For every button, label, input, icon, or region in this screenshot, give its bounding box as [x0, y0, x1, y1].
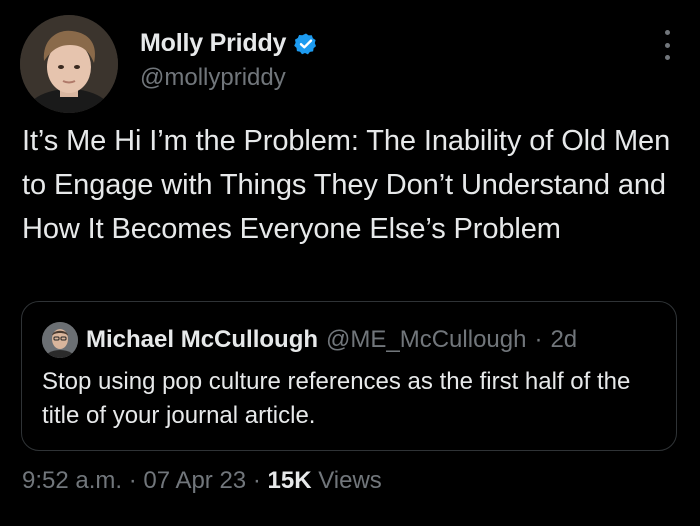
author-handle[interactable]: @mollypriddy — [140, 64, 286, 92]
quoted-author-avatar[interactable] — [42, 322, 78, 358]
tweet-date[interactable]: 07 Apr 23 — [143, 467, 246, 494]
author-avatar[interactable] — [20, 15, 118, 113]
tweet-meta: 9:52 a.m. · 07 Apr 23 · 15K Views — [22, 467, 382, 495]
tweet-text: It’s Me Hi I’m the Problem: The Inabilit… — [22, 125, 671, 245]
quoted-timestamp[interactable]: 2d — [550, 326, 577, 354]
quoted-author-handle[interactable]: @ME_McCullough — [326, 326, 526, 354]
views-count: 15K — [267, 467, 312, 494]
tweet-time[interactable]: 9:52 a.m. — [22, 467, 122, 494]
verified-badge-icon — [294, 32, 318, 56]
more-dot — [664, 30, 670, 35]
author-name-row: Molly Priddy — [140, 29, 318, 58]
meta-separator: · — [128, 467, 137, 494]
author-name[interactable]: Molly Priddy — [140, 29, 286, 58]
quoted-tweet-text: Stop using pop culture references as the… — [42, 368, 631, 429]
quoted-tweet[interactable]: Michael McCullough @ME_McCullough · 2d S… — [21, 301, 677, 451]
more-dot — [664, 42, 670, 48]
quoted-tweet-header: Michael McCullough @ME_McCullough · 2d — [42, 322, 577, 358]
tweet: Molly Priddy @mollypriddy It’s Me Hi I’m… — [0, 0, 700, 526]
more-options-icon[interactable] — [662, 30, 672, 60]
quoted-separator: · — [534, 326, 543, 353]
more-dot — [664, 55, 670, 60]
quoted-author-name[interactable]: Michael McCullough — [86, 326, 318, 354]
views-label: Views — [318, 467, 382, 494]
meta-separator: · — [252, 467, 261, 494]
